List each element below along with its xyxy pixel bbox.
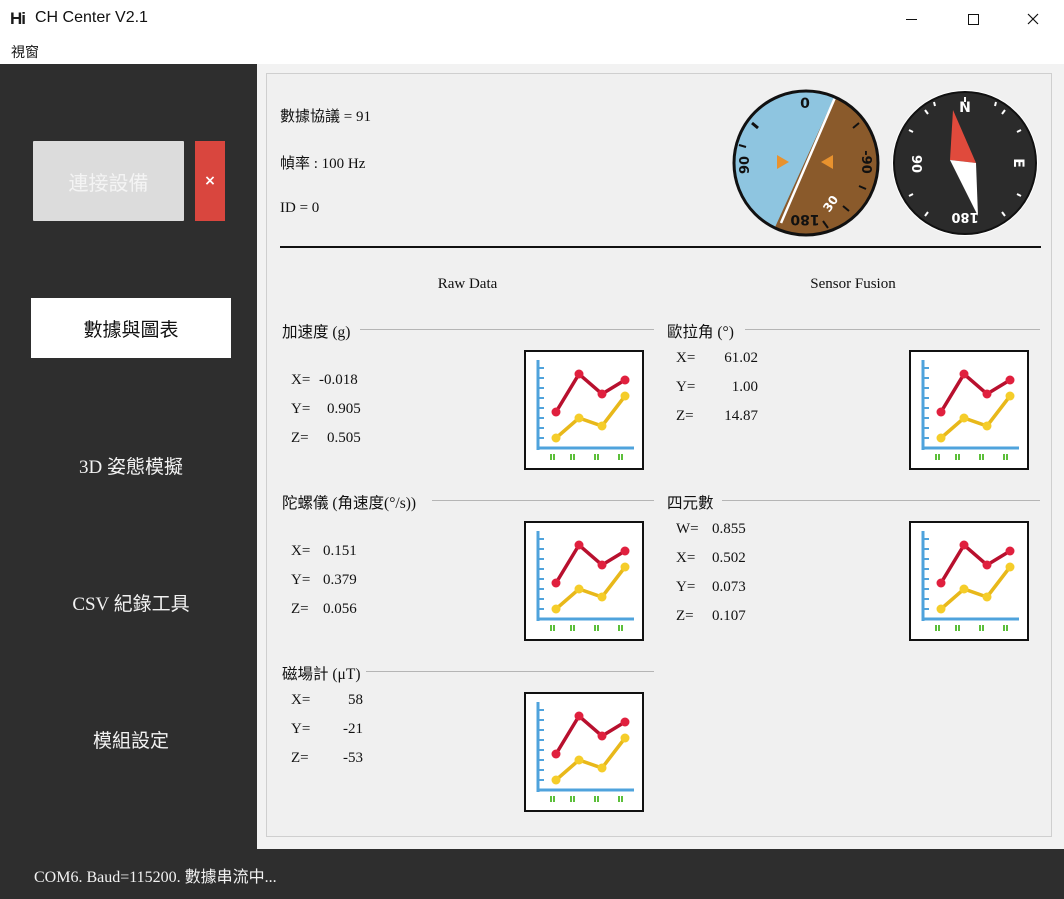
title-bar: Hi CH Center V2.1	[0, 0, 1064, 38]
accel-y-row: Y= 0.905	[291, 401, 361, 417]
gyro-group-title: 陀螺儀 (角速度(°/s))	[282, 495, 417, 512]
nav-module-settings[interactable]: 模組設定	[31, 709, 231, 769]
gyro-x-row: X= 0.151	[291, 543, 357, 559]
status-text: COM6. Baud=115200. 數據串流中...	[34, 869, 277, 886]
compass: N E 180 90	[892, 90, 1038, 236]
accel-group-line	[360, 329, 654, 330]
device-id-info: ID = 0	[280, 200, 320, 216]
protocol-info: 數據協議 = 91	[280, 109, 371, 125]
compass-east-label: E	[1010, 158, 1026, 168]
nav-data-charts[interactable]: 數據與圖表	[31, 298, 231, 358]
connect-device-button[interactable]: 連接設備	[33, 141, 184, 221]
euler-y-row: Y= 1.00	[676, 379, 758, 395]
line-chart-icon	[921, 360, 1019, 460]
compass-west-label: 90	[908, 155, 923, 173]
minimize-button[interactable]	[888, 0, 934, 38]
accel-group-title: 加速度 (g)	[282, 324, 351, 341]
euler-z-row: Z= 14.87	[676, 408, 758, 424]
sensor-fusion-title: Sensor Fusion	[810, 276, 896, 292]
attitude-indicator: 0 90 -90 180 30	[732, 89, 880, 237]
quat-w-row: W= 0.855	[676, 521, 746, 537]
attitude-top-mark: 0	[800, 96, 810, 112]
euler-group-line	[745, 329, 1040, 330]
mag-x-row: X= 58	[291, 692, 363, 708]
quat-group-title: 四元數	[667, 495, 714, 512]
maximize-button[interactable]	[950, 0, 996, 38]
menu-window[interactable]: 視窗	[11, 42, 39, 62]
euler-x-row: X= 61.02	[676, 350, 758, 366]
mag-z-row: Z= -53	[291, 750, 363, 766]
nav-csv-logger[interactable]: CSV 紀錄工具	[31, 572, 231, 632]
euler-chart-button[interactable]	[909, 350, 1029, 470]
window-title: CH Center V2.1	[35, 9, 148, 26]
disconnect-button[interactable]: ×	[195, 141, 225, 221]
maximize-icon	[967, 13, 979, 25]
compass-north-label: N	[959, 100, 971, 116]
frame-rate-info: 幀率 : 100 Hz	[280, 156, 366, 172]
line-chart-icon	[536, 702, 634, 802]
gyro-chart-button[interactable]	[524, 521, 644, 641]
mag-chart-button[interactable]	[524, 692, 644, 812]
gyro-y-row: Y= 0.379	[291, 572, 357, 588]
close-icon	[1027, 13, 1039, 25]
compass-south-label: 180	[951, 209, 978, 224]
mag-y-row: Y= -21	[291, 721, 363, 737]
minimize-icon	[905, 18, 917, 20]
quat-z-row: Z= 0.107	[676, 608, 746, 624]
menu-bar: 視窗	[0, 38, 1064, 64]
euler-group-title: 歐拉角 (°)	[667, 324, 734, 341]
status-bar: COM6. Baud=115200. 數據串流中...	[0, 849, 1064, 899]
header-divider	[280, 246, 1041, 248]
quat-group-line	[722, 500, 1040, 501]
line-chart-icon	[536, 360, 634, 460]
nav-3d-attitude[interactable]: 3D 姿態模擬	[31, 435, 231, 495]
gyro-group-line	[432, 500, 654, 501]
quat-y-row: Y= 0.073	[676, 579, 746, 595]
line-chart-icon	[536, 531, 634, 631]
accel-chart-button[interactable]	[524, 350, 644, 470]
attitude-bottom-mark: 180	[790, 211, 819, 227]
line-chart-icon	[921, 531, 1019, 631]
mag-group-line	[366, 671, 654, 672]
close-button[interactable]	[1010, 0, 1056, 38]
raw-data-title: Raw Data	[437, 276, 498, 292]
quat-x-row: X= 0.502	[676, 550, 746, 566]
attitude-right-mark: -90	[858, 150, 873, 174]
app-logo-icon: Hi	[10, 9, 26, 28]
accel-z-row: Z= 0.505	[291, 430, 361, 446]
accel-x-row: X= -0.018	[291, 372, 358, 388]
quat-chart-button[interactable]	[909, 521, 1029, 641]
sidebar: 連接設備 × 數據與圖表 3D 姿態模擬 CSV 紀錄工具 模組設定	[0, 64, 257, 849]
gyro-z-row: Z= 0.056	[291, 601, 357, 617]
attitude-left-mark: 90	[738, 156, 753, 174]
mag-group-title: 磁場計 (μT)	[282, 666, 361, 683]
